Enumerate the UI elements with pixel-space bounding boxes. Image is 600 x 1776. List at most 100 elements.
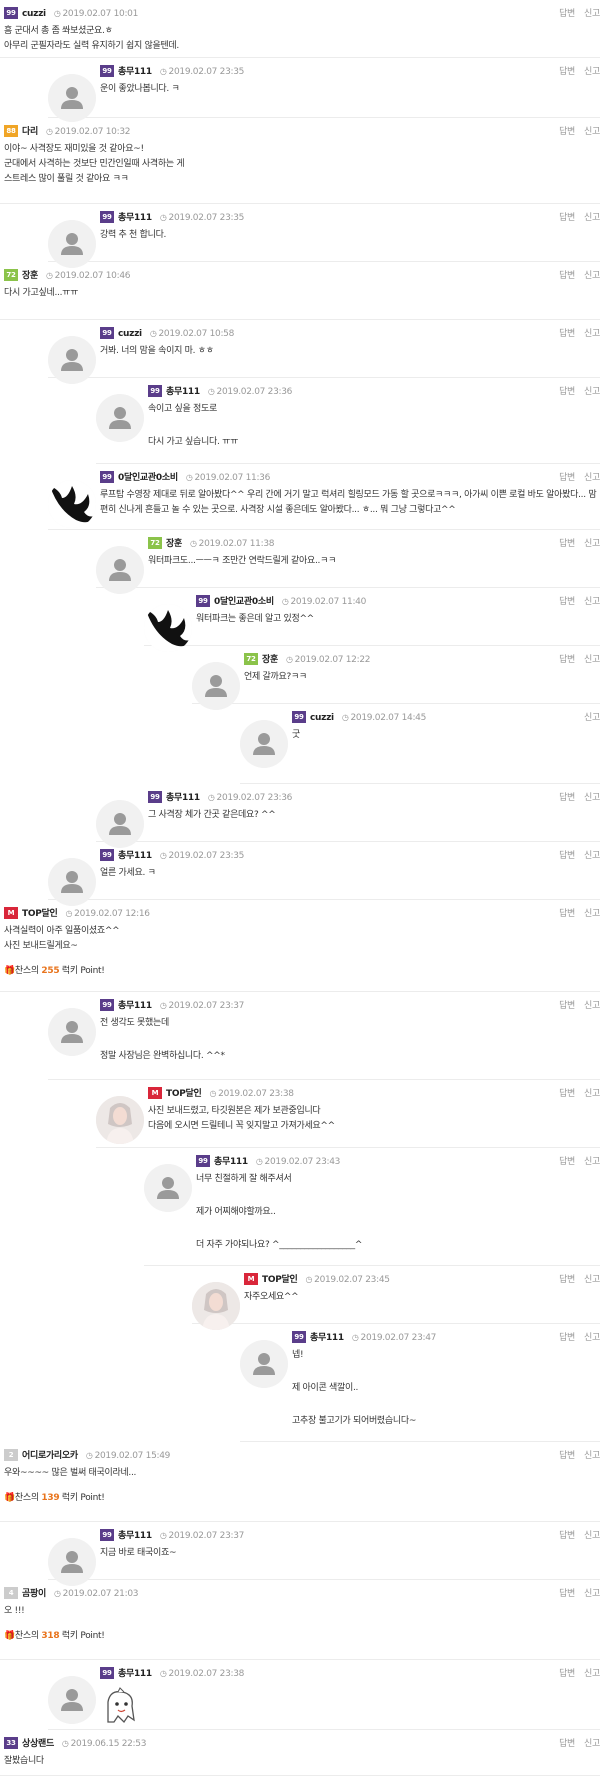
comment-header: 99 총무111 ◷ 2019.02.07 23:43 xyxy=(196,1155,340,1169)
report-button[interactable]: 신고 xyxy=(584,271,600,281)
comment-text-line: 아무리 군필자라도 실력 유지하기 쉽지 않을텐데. xyxy=(4,41,179,51)
nickname[interactable]: 총무111 xyxy=(118,1669,152,1679)
nickname[interactable]: 총무111 xyxy=(310,1333,344,1343)
comment-text-line: 운이 좋았나봅니다. ㅋ xyxy=(100,84,180,94)
report-button[interactable]: 신고 xyxy=(584,1333,600,1343)
reply-button[interactable]: 답변 xyxy=(559,329,575,339)
reply-button[interactable]: 답변 xyxy=(559,9,575,19)
reply-button[interactable]: 답변 xyxy=(559,851,575,861)
nickname[interactable]: 상상랜드 xyxy=(22,1739,54,1749)
report-button[interactable]: 신고 xyxy=(584,1157,600,1167)
level-badge: 99 xyxy=(100,211,114,223)
report-button[interactable]: 신고 xyxy=(584,9,600,19)
reply-button[interactable]: 답변 xyxy=(559,1001,575,1011)
report-button[interactable]: 신고 xyxy=(584,539,600,549)
comment-date: 2019.02.07 23:38 xyxy=(168,1669,245,1679)
point-value: 318 xyxy=(41,1631,60,1641)
reply-button[interactable]: 답변 xyxy=(559,213,575,223)
nickname[interactable]: 0달인교관0소비 xyxy=(118,473,178,483)
reply-button[interactable]: 답변 xyxy=(559,1451,575,1461)
level-badge: 99 xyxy=(100,65,114,77)
comment-text-line: 사진 보내드릴게요~ xyxy=(4,941,78,951)
report-button[interactable]: 신고 xyxy=(584,1589,600,1599)
report-button[interactable]: 신고 xyxy=(584,1669,600,1679)
nickname[interactable]: 0달인교관0소비 xyxy=(214,597,274,607)
reply-button[interactable]: 답변 xyxy=(559,909,575,919)
report-button[interactable]: 신고 xyxy=(584,1089,600,1099)
comment-item: 99 총무111 ◷ 2019.02.07 23:35 답변 신고 운이 좋았나봅니다. ㅋ xyxy=(48,58,600,122)
comment-text-line: 언제 갈까요?ㅋㅋ xyxy=(244,672,307,682)
nickname[interactable]: 장훈 xyxy=(22,271,38,281)
reply-button[interactable]: 답변 xyxy=(559,387,575,397)
nickname[interactable]: 장훈 xyxy=(166,539,182,549)
level-badge: 88 xyxy=(4,125,18,137)
reply-button[interactable]: 답변 xyxy=(559,597,575,607)
nickname[interactable]: 장훈 xyxy=(262,655,278,665)
reply-button[interactable]: 답변 xyxy=(559,127,575,137)
comment-date: 2019.02.07 14:45 xyxy=(350,713,427,723)
report-button[interactable]: 신고 xyxy=(584,473,600,483)
nickname[interactable]: 어디로가리오카 xyxy=(22,1451,78,1461)
reply-button[interactable]: 답변 xyxy=(559,655,575,665)
avatar xyxy=(144,604,192,652)
comment-text-line: 워터파크도...ㅡㅡㅋ 조만간 연락드릴게 같아요..ㅋㅋ xyxy=(148,556,337,566)
comment-header: 72 장훈 ◷ 2019.02.07 12:22 xyxy=(244,653,370,667)
nickname[interactable]: cuzzi xyxy=(22,9,46,19)
nickname[interactable]: 총무111 xyxy=(166,793,200,803)
avatar xyxy=(192,662,240,710)
report-button[interactable]: 신고 xyxy=(584,851,600,861)
report-button[interactable]: 신고 xyxy=(584,67,600,77)
report-button[interactable]: 신고 xyxy=(584,1739,600,1749)
report-button[interactable]: 신고 xyxy=(584,909,600,919)
report-button[interactable]: 신고 xyxy=(584,329,600,339)
reply-button[interactable]: 답변 xyxy=(559,1333,575,1343)
report-button[interactable]: 신고 xyxy=(584,387,600,397)
nickname[interactable]: 총무111 xyxy=(118,1001,152,1011)
report-button[interactable]: 신고 xyxy=(584,1275,600,1285)
report-button[interactable]: 신고 xyxy=(584,1001,600,1011)
report-button[interactable]: 신고 xyxy=(584,127,600,137)
nickname[interactable]: cuzzi xyxy=(118,329,142,339)
nickname[interactable]: 총무111 xyxy=(166,387,200,397)
reply-button[interactable]: 답변 xyxy=(559,271,575,281)
nickname[interactable]: 총무111 xyxy=(214,1157,248,1167)
reply-button[interactable]: 답변 xyxy=(559,539,575,549)
reply-button[interactable]: 답변 xyxy=(559,1275,575,1285)
report-button[interactable]: 신고 xyxy=(584,1451,600,1461)
reply-button[interactable]: 답변 xyxy=(559,1589,575,1599)
nickname[interactable]: TOP달인 xyxy=(22,909,58,919)
reply-button[interactable]: 답변 xyxy=(559,793,575,803)
report-button[interactable]: 신고 xyxy=(584,597,600,607)
reply-button[interactable]: 답변 xyxy=(559,1157,575,1167)
nickname[interactable]: 총무111 xyxy=(118,1531,152,1541)
comment-date: 2019.02.07 10:32 xyxy=(54,127,131,137)
report-button[interactable]: 신고 xyxy=(584,1531,600,1541)
nickname[interactable]: 곰팡이 xyxy=(22,1589,46,1599)
report-button[interactable]: 신고 xyxy=(584,793,600,803)
nickname[interactable]: 총무111 xyxy=(118,67,152,77)
reply-button[interactable]: 답변 xyxy=(559,1739,575,1749)
nickname[interactable]: 총무111 xyxy=(118,851,152,861)
nickname[interactable]: 총무111 xyxy=(118,213,152,223)
report-button[interactable]: 신고 xyxy=(584,213,600,223)
reply-button[interactable]: 답변 xyxy=(559,473,575,483)
comment-item: 99 총무111 ◷ 2019.02.07 23:36 답변 신고 그 사격장 체가 간곳 … xyxy=(96,784,600,848)
report-button[interactable]: 신고 xyxy=(584,655,600,665)
comment-content: 거봐. 너의 맘을 속이지 마. ㅎㅎ xyxy=(100,344,214,359)
report-button[interactable]: 신고 xyxy=(584,713,600,723)
reply-button[interactable]: 답변 xyxy=(559,67,575,77)
nickname[interactable]: TOP달인 xyxy=(166,1089,202,1099)
reply-button[interactable]: 답변 xyxy=(559,1669,575,1679)
comment-header: 99 총무111 ◷ 2019.02.07 23:37 xyxy=(100,1529,244,1543)
nickname[interactable]: 다리 xyxy=(22,127,38,137)
comment-text-line: 우와~~~~ 많은 벌써 태국이라네... xyxy=(4,1468,137,1478)
nickname[interactable]: cuzzi xyxy=(310,713,334,723)
ghost-emoticon xyxy=(100,1686,140,1726)
reply-button[interactable]: 답변 xyxy=(559,1089,575,1099)
reply-button[interactable]: 답변 xyxy=(559,1531,575,1541)
nickname[interactable]: TOP달인 xyxy=(262,1275,298,1285)
comment-date: 2019.02.07 23:43 xyxy=(264,1157,341,1167)
clock-icon: ◷ xyxy=(189,539,197,548)
avatar xyxy=(240,1340,288,1388)
